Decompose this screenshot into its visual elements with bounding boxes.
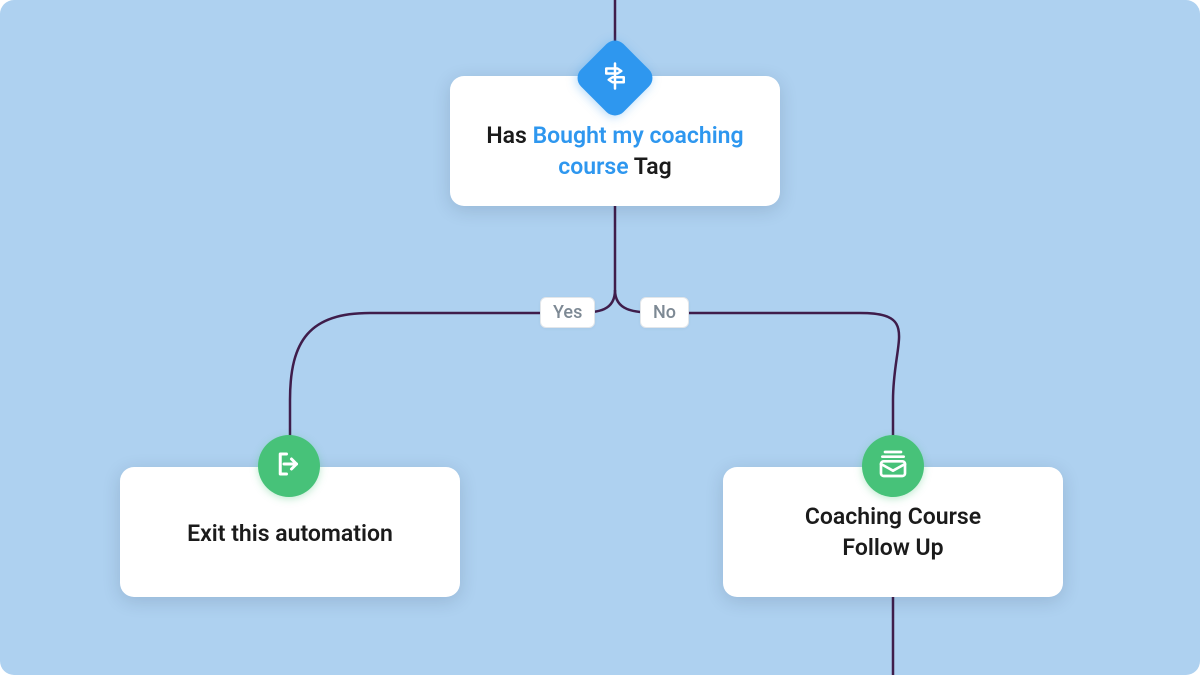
condition-prefix: Has xyxy=(486,122,532,149)
followup-label: Coaching Course Follow Up xyxy=(785,501,1001,563)
exit-automation-label: Exit this automation xyxy=(167,518,413,549)
followup-line2: Follow Up xyxy=(842,534,943,561)
branch-no-label: No xyxy=(640,297,689,328)
signpost-icon xyxy=(600,61,630,95)
branch-yes-label: Yes xyxy=(540,297,595,328)
mail-stack-icon xyxy=(877,448,909,484)
exit-badge xyxy=(258,435,320,497)
automation-flow-canvas: Has Bought my coaching course Tag Yes No… xyxy=(0,0,1200,675)
mail-badge xyxy=(862,435,924,497)
exit-icon xyxy=(274,449,304,483)
condition-label: Has Bought my coaching course Tag xyxy=(450,120,780,182)
followup-line1: Coaching Course xyxy=(805,503,981,530)
condition-suffix: Tag xyxy=(629,153,672,180)
